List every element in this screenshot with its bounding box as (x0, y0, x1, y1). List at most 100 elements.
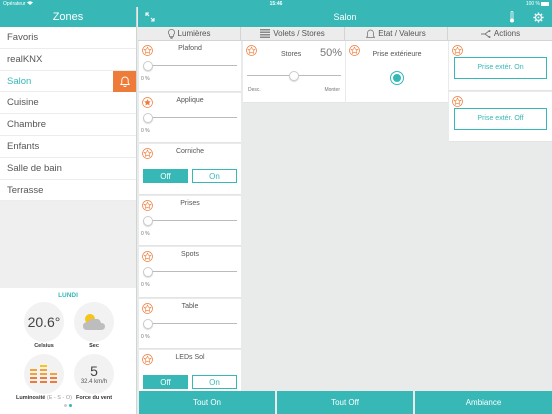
dimmer-percent: 0 % (141, 127, 150, 134)
on-button[interactable]: On (192, 169, 237, 183)
stores-value: 50% (319, 47, 342, 59)
slider-knob[interactable] (143, 61, 153, 71)
dimmer-percent: 0 % (141, 230, 150, 237)
gear-icon[interactable] (533, 7, 544, 27)
light-name: Spots (181, 251, 199, 258)
sky-circle (74, 302, 114, 342)
column-label: Lumières (177, 29, 211, 38)
light-tile-corniche: Corniche Off On (139, 144, 241, 195)
page-dot-active[interactable] (69, 404, 72, 407)
zone-item-salle-de-bain[interactable]: Salle de bain (0, 158, 136, 180)
zone-item-enfants[interactable]: Enfants (0, 136, 136, 158)
light-name: Prises (180, 199, 200, 207)
zone-list: Favoris realKNX Salon Cuisine Chambre Enfants… (0, 27, 136, 202)
on-button[interactable]: On (192, 375, 237, 389)
state-dot (393, 74, 401, 82)
luminosity-circle (24, 354, 64, 394)
stores-desc-label: Desc. (248, 87, 261, 93)
expand-icon[interactable] (145, 7, 155, 27)
zone-item-realknx[interactable]: realKNX (0, 49, 136, 71)
slider-knob[interactable] (289, 71, 299, 81)
stores-slider[interactable] (247, 71, 341, 81)
dimmer-slider[interactable] (143, 112, 237, 123)
zone-label: Salon (7, 75, 32, 87)
column-header-volets: Volets / Stores (241, 27, 345, 41)
light-toggle: Off On (143, 169, 237, 183)
slider-track (143, 116, 237, 118)
star-icon[interactable] (246, 43, 257, 61)
thermometer-icon[interactable] (509, 7, 515, 27)
slider-knob[interactable] (143, 112, 153, 123)
wind-speed: 32.4 km/h (80, 379, 108, 385)
battery-icon (541, 2, 549, 6)
status-bar: Opérateur 15:46 100 % (0, 0, 552, 7)
dimmer-slider[interactable] (143, 61, 237, 71)
bell-outline-icon (366, 29, 376, 38)
bulb-icon (167, 28, 175, 39)
off-button[interactable]: Off (143, 169, 188, 183)
column-label: Etat / Valeurs (378, 29, 426, 38)
temperature-circle: 20.6° (24, 302, 64, 342)
shutter-icon (260, 29, 271, 38)
dimmer-percent: 0 % (141, 333, 150, 340)
zone-item-terrasse[interactable]: Terrasse (0, 180, 136, 202)
light-name: Plafond (178, 45, 202, 52)
dimmer-slider[interactable] (143, 318, 237, 329)
stores-name: Stores (281, 51, 302, 58)
slider-track (143, 322, 237, 324)
etat-tile: Prise extérieure (346, 41, 448, 103)
tout-on-button[interactable]: Tout On (139, 391, 275, 414)
sky-widget: Sec (64, 302, 124, 349)
ambiance-button[interactable]: Ambiance (415, 391, 552, 414)
zone-label: Salle de bain (7, 162, 62, 174)
slider-track (143, 65, 237, 66)
zone-item-favoris[interactable]: Favoris (0, 27, 136, 49)
light-name: LEDs Sol (175, 354, 205, 361)
column-header-actions: Actions (448, 27, 552, 41)
action-button-off[interactable]: Prise extér. Off (454, 108, 547, 130)
light-tile-applique: Applique 0 % (139, 92, 241, 143)
zone-label: Terrasse (7, 184, 44, 196)
temperature-value: 20.6° (27, 314, 61, 330)
zone-label: realKNX (7, 53, 43, 65)
column-headers: Lumières Volets / Stores Etat / Valeurs … (138, 27, 552, 41)
zones-title: Zones (0, 7, 136, 27)
dimmer-slider[interactable] (143, 267, 237, 277)
slider-knob[interactable] (143, 267, 153, 277)
light-name: Applique (176, 96, 204, 104)
off-button[interactable]: Off (143, 375, 188, 389)
action-tile: Prise extér. Off (449, 92, 552, 142)
action-button-on[interactable]: Prise extér. On (454, 57, 547, 79)
etat-name: Prise extérieure (372, 51, 422, 58)
column-header-lumieres: Lumières (138, 27, 241, 41)
slider-knob[interactable] (143, 215, 153, 226)
zone-label: Favoris (7, 32, 39, 43)
sun-cloud-icon (83, 314, 105, 330)
light-toggle: Off On (143, 375, 237, 389)
light-name: Corniche (175, 148, 204, 155)
slider-knob[interactable] (143, 318, 153, 329)
state-indicator[interactable] (390, 71, 404, 85)
share-icon (480, 29, 491, 38)
light-tile-plafond: Plafond 0 % (139, 41, 241, 92)
dimmer-slider[interactable] (143, 215, 237, 226)
tout-off-button[interactable]: Tout Off (277, 391, 413, 414)
page-dot[interactable] (64, 404, 67, 407)
page-indicator[interactable] (0, 394, 136, 412)
zone-detail: Salon Lumières Volets / Stores Etat / Va… (138, 7, 552, 414)
stores-tile: Stores 50% Desc. Monter (243, 41, 345, 103)
zone-header: Salon (138, 7, 552, 27)
column-label: Actions (493, 29, 521, 38)
zone-label: Chambre (7, 119, 47, 131)
light-tile-spots: Spots 0 % (139, 247, 241, 298)
light-tile-table: Table 0 % (139, 298, 241, 349)
zone-item-chambre[interactable]: Chambre (0, 114, 136, 136)
column-label: Volets / Stores (273, 29, 325, 38)
zone-item-salon[interactable]: Salon (0, 70, 136, 93)
zone-item-cuisine[interactable]: Cuisine (0, 92, 136, 115)
zone-label: Cuisine (7, 97, 39, 109)
bell-icon[interactable] (113, 70, 136, 92)
wind-circle: 5 32.4 km/h (74, 354, 114, 394)
stores-monter-label: Monter (324, 87, 340, 93)
light-tile-prises: Prises 0 % (139, 195, 241, 246)
